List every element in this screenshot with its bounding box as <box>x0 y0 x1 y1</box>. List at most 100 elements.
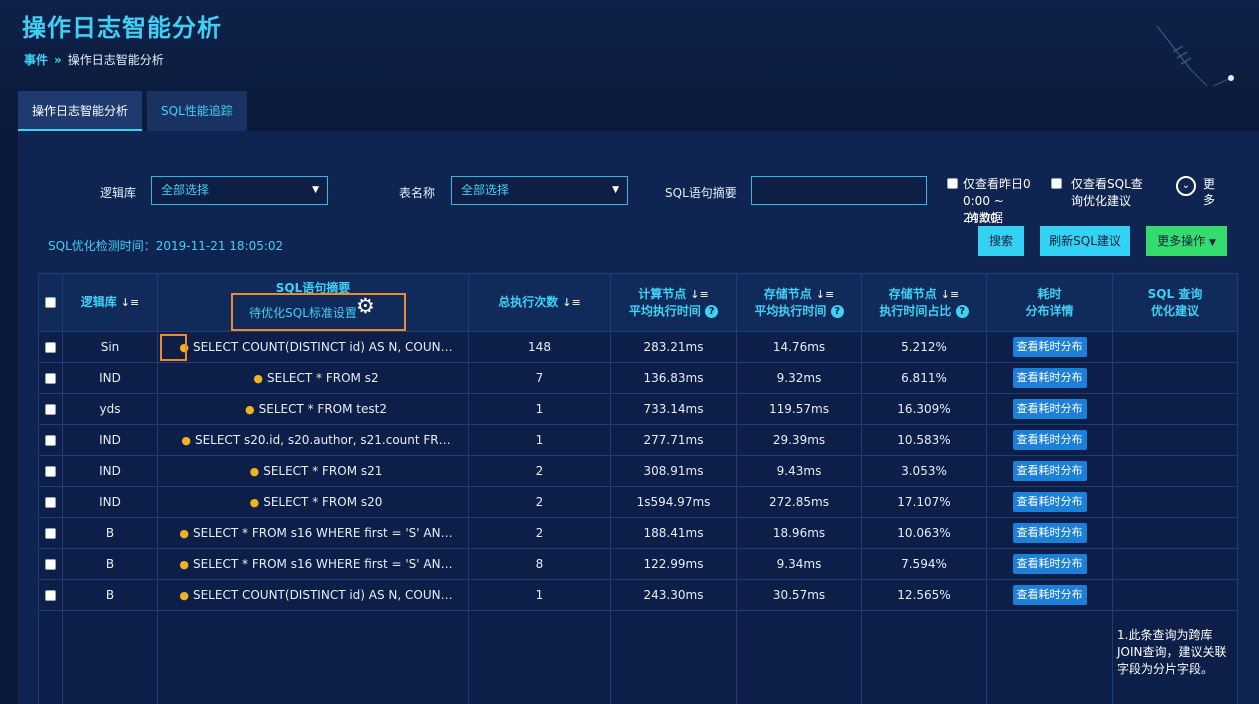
storage-time-cell: 14.76ms <box>736 331 862 363</box>
row-checkbox[interactable] <box>45 528 56 539</box>
tab-sql-performance[interactable]: SQL性能追踪 <box>147 91 247 131</box>
row-checkbox[interactable] <box>45 590 56 601</box>
dist-cell: 查看耗时分布 <box>986 517 1113 549</box>
tab-log-analysis[interactable]: 操作日志智能分析 <box>18 91 143 131</box>
view-dist-button[interactable]: 查看耗时分布 <box>1012 368 1087 388</box>
db-cell: B <box>62 579 158 611</box>
storage-time-cell: 119.57ms <box>736 393 862 425</box>
table-row[interactable]: IND ● SELECT s20.id, s20.author, s21.count… <box>38 424 1238 456</box>
storage-ratio-cell: 10.583% <box>861 424 987 456</box>
search-button[interactable]: 搜索 <box>978 226 1024 256</box>
more-operations-button[interactable]: 更多操作 ▼ <box>1146 226 1227 256</box>
sql-cell[interactable]: ● SELECT s20.id, s20.author, s21.count FR… <box>157 424 469 456</box>
sort-icon[interactable]: ↓≡ <box>816 288 834 301</box>
sql-summary-input[interactable] <box>751 176 927 205</box>
header-db-label: 逻辑库 <box>80 295 117 309</box>
select-all-checkbox[interactable] <box>45 297 56 308</box>
table-row[interactable]: yds ● SELECT * FROM test2 1 733.14ms 119.57ms… <box>38 393 1238 425</box>
header-storage-ratio[interactable]: 存储节点 ↓≡ 执行时间占比 ? <box>861 273 987 332</box>
header-storage-sub: 平均执行时间 <box>754 303 827 318</box>
row-checkbox[interactable] <box>45 559 56 570</box>
row-checkbox[interactable] <box>45 466 56 477</box>
sql-cell[interactable]: ● SELECT COUNT(DISTINCT id) AS N, COUN… <box>157 579 469 611</box>
advice-checkbox[interactable] <box>1051 178 1062 189</box>
row-checkbox[interactable] <box>45 373 56 384</box>
dist-cell: 查看耗时分布 <box>986 486 1113 518</box>
table-row[interactable]: IND ● SELECT * FROM s20 2 1s594.97ms 272.85ms… <box>38 486 1238 518</box>
breadcrumb: 事件 » 操作日志智能分析 <box>24 51 164 68</box>
storage-ratio-cell: 7.594% <box>861 548 987 580</box>
sql-cell[interactable]: ● SELECT * FROM s2 <box>157 362 469 394</box>
header-advice-sub: 优化建议 <box>1150 303 1199 318</box>
select-all-cell <box>38 273 63 332</box>
table-row[interactable]: IND ● SELECT * FROM s2 7 136.83ms 9.32ms 6.811… <box>38 362 1238 394</box>
chevron-down-icon: ▼ <box>612 185 619 195</box>
refresh-sql-advice-button[interactable]: 刷新SQL建议 <box>1040 226 1130 256</box>
db-cell: Sin <box>62 331 158 363</box>
snail-icon: ● <box>179 527 190 540</box>
row-checkbox[interactable] <box>45 497 56 508</box>
breadcrumb-root-link[interactable]: 事件 <box>24 51 48 68</box>
advice-filter-option[interactable]: 仅查看SQL查 询优化建议 <box>1051 176 1151 210</box>
header-advice: SQL 查询 优化建议 <box>1112 273 1238 332</box>
table-select[interactable]: 全部选择 ▼ <box>451 176 628 205</box>
view-dist-button[interactable]: 查看耗时分布 <box>1012 554 1087 574</box>
empty-cell <box>986 610 1113 704</box>
yesterday-filter-option[interactable]: 仅查看昨日0 0:00 ~ 24:00 的数据 <box>947 176 1039 227</box>
yesterday-checkbox[interactable] <box>947 178 958 189</box>
header-db[interactable]: 逻辑库 ↓≡ <box>62 273 158 332</box>
dist-cell: 查看耗时分布 <box>986 455 1113 487</box>
storage-time-cell: 9.32ms <box>736 362 862 394</box>
row-select-cell <box>38 548 63 580</box>
advice-cell <box>1112 362 1238 394</box>
more-filters-label[interactable]: 更多 <box>1203 176 1219 208</box>
table-row[interactable]: B ● SELECT COUNT(DISTINCT id) AS N, COUN… 1… <box>38 579 1238 611</box>
row-select-cell <box>38 331 63 363</box>
sql-cell[interactable]: ● SELECT * FROM s20 <box>157 486 469 518</box>
header-compute-label: 计算节点 <box>638 286 687 301</box>
tab-bar: 操作日志智能分析 SQL性能追踪 <box>18 91 252 131</box>
empty-cell <box>610 610 737 704</box>
view-dist-button[interactable]: 查看耗时分布 <box>1012 523 1087 543</box>
view-dist-button[interactable]: 查看耗时分布 <box>1012 461 1087 481</box>
row-checkbox[interactable] <box>45 435 56 446</box>
snail-icon: ● <box>249 465 260 478</box>
sql-cell[interactable]: ● SELECT COUNT(DISTINCT id) AS N, COUN… <box>157 331 469 363</box>
row-checkbox[interactable] <box>45 342 56 353</box>
compute-time-cell: 283.21ms <box>610 331 737 363</box>
table-row[interactable]: IND ● SELECT * FROM s21 2 308.91ms 9.43ms 3.05… <box>38 455 1238 487</box>
sort-icon[interactable]: ↓≡ <box>690 288 708 301</box>
view-dist-button[interactable]: 查看耗时分布 <box>1012 492 1087 512</box>
sort-icon[interactable]: ↓≡ <box>121 296 139 309</box>
help-icon[interactable]: ? <box>705 304 719 318</box>
header-compute[interactable]: 计算节点 ↓≡ 平均执行时间 ? <box>610 273 737 332</box>
sort-icon[interactable]: ↓≡ <box>941 288 959 301</box>
view-dist-button[interactable]: 查看耗时分布 <box>1012 430 1087 450</box>
help-icon[interactable]: ? <box>955 304 969 318</box>
satellite-decoration-icon <box>1156 25 1234 87</box>
sql-cell[interactable]: ● SELECT * FROM test2 <box>157 393 469 425</box>
detect-time-text: SQL优化检测时间：2019-11-21 18:05:02 <box>48 239 284 253</box>
header-storage[interactable]: 存储节点 ↓≡ 平均执行时间 ? <box>736 273 862 332</box>
db-select[interactable]: 全部选择 ▼ <box>151 176 328 205</box>
expand-more-icon[interactable]: ⌄ <box>1176 176 1196 196</box>
sql-cell[interactable]: ● SELECT * FROM s21 <box>157 455 469 487</box>
view-dist-button[interactable]: 查看耗时分布 <box>1012 585 1087 605</box>
storage-ratio-cell: 12.565% <box>861 579 987 611</box>
count-cell: 1 <box>468 579 611 611</box>
header-count[interactable]: 总执行次数 ↓≡ <box>468 273 611 332</box>
view-dist-button[interactable]: 查看耗时分布 <box>1012 337 1087 357</box>
yesterday-label-line3: 的数据 <box>967 211 1004 225</box>
table-row[interactable]: B ● SELECT * FROM s16 WHERE first = 'S' AN… <box>38 517 1238 549</box>
table-row[interactable]: Sin ● SELECT COUNT(DISTINCT id) AS N, COUN… <box>38 331 1238 363</box>
sql-text: SELECT * FROM test2 <box>258 402 387 416</box>
sort-icon[interactable]: ↓≡ <box>562 296 580 309</box>
help-icon[interactable]: ? <box>830 304 844 318</box>
table-row[interactable]: B ● SELECT * FROM s16 WHERE first = 'S' AN… <box>38 548 1238 580</box>
sql-cell[interactable]: ● SELECT * FROM s16 WHERE first = 'S' AN… <box>157 517 469 549</box>
view-dist-button[interactable]: 查看耗时分布 <box>1012 399 1087 419</box>
row-select-cell <box>38 455 63 487</box>
row-checkbox[interactable] <box>45 404 56 415</box>
sql-cell[interactable]: ● SELECT * FROM s16 WHERE first = 'S' AN… <box>157 548 469 580</box>
empty-cell <box>62 610 158 704</box>
